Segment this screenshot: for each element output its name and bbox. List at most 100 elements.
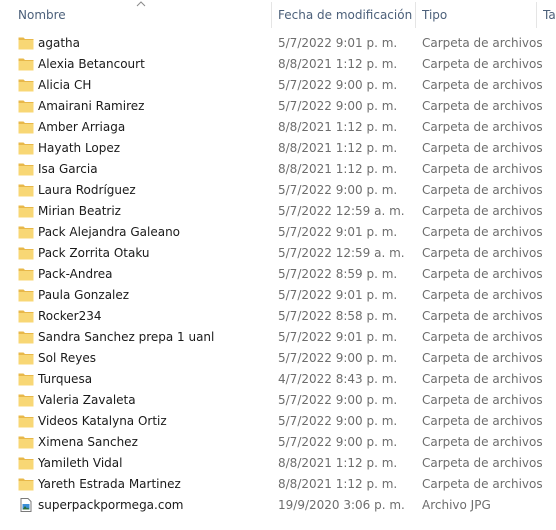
file-modified-date: 8/8/2021 1:12 p. m. [278,120,398,134]
file-list-row[interactable]: Isa Garcia 8/8/2021 1:12 p. m. Carpeta d… [0,159,556,180]
file-modified-date: 5/7/2022 9:00 p. m. [278,414,398,428]
file-type: Carpeta de archivos [422,99,543,113]
folder-icon [18,456,34,470]
folder-icon [18,372,34,386]
file-type: Carpeta de archivos [422,477,543,491]
file-list-row[interactable]: superpackpormega.com 19/9/2020 3:06 p. m… [0,495,556,516]
file-list-row[interactable]: Sandra Sanchez prepa 1 uanl 5/7/2022 9:0… [0,327,556,348]
file-type: Carpeta de archivos [422,204,543,218]
file-type: Carpeta de archivos [422,414,543,428]
file-list-row[interactable]: Rocker234 5/7/2022 8:58 p. m. Carpeta de… [0,306,556,327]
file-type: Carpeta de archivos [422,120,543,134]
file-name: Paula Gonzalez [38,288,130,302]
folder-icon [18,120,34,134]
file-list-row[interactable]: Pack Alejandra Galeano 5/7/2022 9:01 p. … [0,222,556,243]
file-list-row[interactable]: Yamileth Vidal 8/8/2021 1:12 p. m. Carpe… [0,453,556,474]
file-modified-date: 8/8/2021 1:12 p. m. [278,57,398,71]
file-modified-date: 5/7/2022 8:58 p. m. [278,309,398,323]
file-modified-date: 8/8/2021 1:12 p. m. [278,141,398,155]
folder-icon [18,309,34,323]
file-name: Hayath Lopez [38,141,121,155]
file-name: Pack-Andrea [38,267,113,281]
folder-icon [18,99,34,113]
file-list-row[interactable]: Sol Reyes 5/7/2022 9:00 p. m. Carpeta de… [0,348,556,369]
column-separator[interactable] [536,2,537,28]
file-name: Amber Arriaga [38,120,126,134]
file-type: Carpeta de archivos [422,267,543,281]
file-name: Pack Alejandra Galeano [38,225,181,239]
file-type: Carpeta de archivos [422,162,543,176]
file-modified-date: 5/7/2022 12:59 a. m. [278,246,405,260]
column-header-date[interactable]: Fecha de modificación [278,0,414,30]
file-list-row[interactable]: Ximena Sanchez 5/7/2022 9:00 p. m. Carpe… [0,432,556,453]
image-file-icon [18,498,34,512]
file-modified-date: 5/7/2022 9:00 p. m. [278,393,398,407]
folder-icon [18,141,34,155]
file-type: Carpeta de archivos [422,351,543,365]
file-name: Alexia Betancourt [38,57,145,71]
folder-icon [18,435,34,449]
file-list-row[interactable]: agatha 5/7/2022 9:01 p. m. Carpeta de ar… [0,33,556,54]
file-type: Carpeta de archivos [422,141,543,155]
file-list-row[interactable]: Pack-Andrea 5/7/2022 8:59 p. m. Carpeta … [0,264,556,285]
file-type: Carpeta de archivos [422,246,543,260]
file-modified-date: 5/7/2022 9:00 p. m. [278,435,398,449]
file-list-row[interactable]: Paula Gonzalez 5/7/2022 9:01 p. m. Carpe… [0,285,556,306]
file-list-row[interactable]: Valeria Zavaleta 5/7/2022 9:00 p. m. Car… [0,390,556,411]
file-name: agatha [38,36,80,50]
file-list-row[interactable]: Laura Rodríguez 5/7/2022 9:00 p. m. Carp… [0,180,556,201]
folder-icon [18,330,34,344]
file-name: Yareth Estrada Martinez [38,477,181,491]
file-type: Carpeta de archivos [422,78,543,92]
column-header-date-label: Fecha de modificación [278,8,413,22]
folder-icon [18,477,34,491]
file-modified-date: 19/9/2020 3:06 p. m. [278,498,405,512]
column-header-type-label: Tipo [422,8,448,22]
file-list-row[interactable]: Turquesa 4/7/2022 8:43 p. m. Carpeta de … [0,369,556,390]
file-modified-date: 8/8/2021 1:12 p. m. [278,456,398,470]
file-name: Ximena Sanchez [38,435,138,449]
file-name: Rocker234 [38,309,102,323]
file-list-row[interactable]: Amairani Ramirez 5/7/2022 9:00 p. m. Car… [0,96,556,117]
file-modified-date: 5/7/2022 9:01 p. m. [278,330,398,344]
folder-icon [18,267,34,281]
folder-icon [18,393,34,407]
file-type: Carpeta de archivos [422,225,543,239]
file-name: Yamileth Vidal [38,456,123,470]
folder-icon [18,288,34,302]
column-header-name-label: Nombre [18,8,66,22]
file-list-row[interactable]: Mirian Beatriz 5/7/2022 12:59 a. m. Carp… [0,201,556,222]
column-separator[interactable] [271,2,272,28]
folder-icon [18,36,34,50]
file-list-row[interactable]: Yareth Estrada Martinez 8/8/2021 1:12 p.… [0,474,556,495]
file-list-row[interactable]: Alicia CH 5/7/2022 9:00 p. m. Carpeta de… [0,75,556,96]
file-list-row[interactable]: Alexia Betancourt 8/8/2021 1:12 p. m. Ca… [0,54,556,75]
file-name: Sandra Sanchez prepa 1 uanl [38,330,215,344]
file-name: Laura Rodríguez [38,183,136,197]
sort-ascending-icon [136,1,146,7]
file-type: Carpeta de archivos [422,435,543,449]
folder-icon [18,204,34,218]
file-type: Carpeta de archivos [422,330,543,344]
file-type: Archivo JPG [422,498,491,512]
file-name: Amairani Ramirez [38,99,145,113]
file-list-row[interactable]: Amber Arriaga 8/8/2021 1:12 p. m. Carpet… [0,117,556,138]
folder-icon [18,246,34,260]
file-modified-date: 5/7/2022 9:01 p. m. [278,225,398,239]
column-header-size[interactable]: Ta [543,0,556,30]
folder-icon [18,162,34,176]
column-separator[interactable] [415,2,416,28]
file-list-row[interactable]: Pack Zorrita Otaku 5/7/2022 12:59 a. m. … [0,243,556,264]
folder-icon [18,225,34,239]
file-type: Carpeta de archivos [422,288,543,302]
file-modified-date: 8/8/2021 1:12 p. m. [278,477,398,491]
file-name: Isa Garcia [38,162,98,176]
column-header-type[interactable]: Tipo [422,0,532,30]
file-type: Carpeta de archivos [422,456,543,470]
file-name: Sol Reyes [38,351,97,365]
file-type: Carpeta de archivos [422,372,543,386]
file-modified-date: 5/7/2022 9:00 p. m. [278,78,398,92]
file-type: Carpeta de archivos [422,57,543,71]
file-list-row[interactable]: Videos Katalyna Ortiz 5/7/2022 9:00 p. m… [0,411,556,432]
file-list-row[interactable]: Hayath Lopez 8/8/2021 1:12 p. m. Carpeta… [0,138,556,159]
